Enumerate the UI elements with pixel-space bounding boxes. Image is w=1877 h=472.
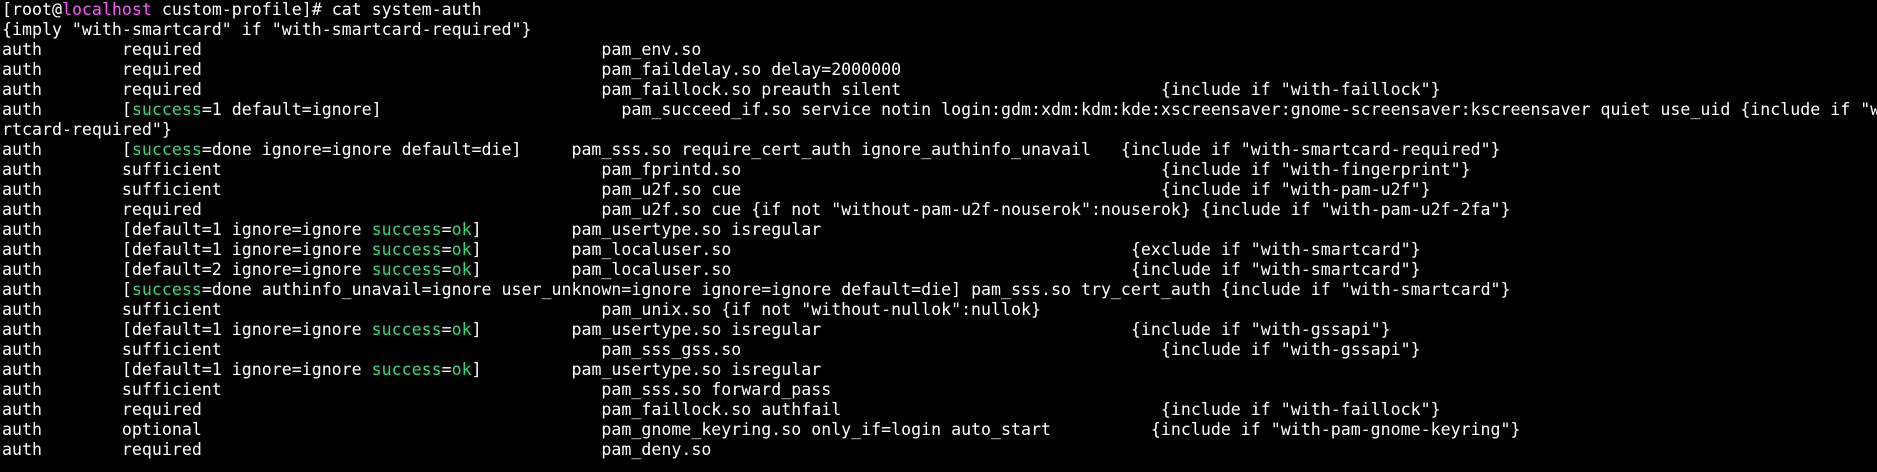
line-text: ] pam_localuser.so {include if "with-sma… <box>471 260 1421 279</box>
output-line: auth sufficient pam_sss_gss.so {include … <box>2 340 1877 360</box>
line-text: = <box>441 240 452 259</box>
line-text: auth [default=1 ignore=ignore <box>2 220 372 239</box>
line-text: auth [ <box>2 100 132 119</box>
line-text: ] pam_usertype.so isregular <box>471 220 822 239</box>
output-line: auth [default=1 ignore=ignore success=ok… <box>2 320 1877 340</box>
keyword-text: success <box>131 100 202 119</box>
line-text: custom-profile]# cat system-auth <box>151 0 482 19</box>
terminal-output[interactable]: [root@localhost custom-profile]# cat sys… <box>0 0 1877 472</box>
line-text: ] pam_usertype.so isregular <box>471 360 822 379</box>
line-text: rtcard-required"} <box>2 120 172 139</box>
line-text: =1 default=ignore] pam_succeed_if.so ser… <box>201 100 1877 119</box>
output-line: auth required pam_faildelay.so delay=200… <box>2 60 1877 80</box>
keyword-text: ok <box>451 240 472 259</box>
keyword-text: ok <box>451 360 472 379</box>
line-text: =done ignore=ignore default=die] pam_sss… <box>201 140 1501 159</box>
line-text: =done authinfo_unavail=ignore user_unkno… <box>201 280 1511 299</box>
line-text: auth required pam_faildelay.so delay=200… <box>2 60 902 79</box>
line-text: ] pam_localuser.so {exclude if "with-sma… <box>471 240 1421 259</box>
output-line: auth sufficient pam_fprintd.so {include … <box>2 160 1877 180</box>
keyword-text: success <box>131 140 202 159</box>
output-line: auth required pam_faillock.so preauth si… <box>2 80 1877 100</box>
keyword-text: ok <box>451 260 472 279</box>
keyword-text: success <box>371 320 442 339</box>
line-text: ] pam_usertype.so isregular {include if … <box>471 320 1391 339</box>
line-text: auth required pam_deny.so <box>2 440 712 459</box>
line-text: = <box>441 360 452 379</box>
output-line: auth optional pam_gnome_keyring.so only_… <box>2 420 1877 440</box>
prompt-line: [root@localhost custom-profile]# cat sys… <box>2 0 1877 20</box>
line-text: = <box>441 320 452 339</box>
output-line: auth [default=1 ignore=ignore success=ok… <box>2 220 1877 240</box>
output-line: auth required pam_faillock.so authfail {… <box>2 400 1877 420</box>
line-text: auth required pam_env.so <box>2 40 702 59</box>
line-text: auth [default=2 ignore=ignore <box>2 260 372 279</box>
line-text: auth [default=1 ignore=ignore <box>2 240 372 259</box>
line-text: auth required pam_faillock.so authfail {… <box>2 400 1441 419</box>
output-line: auth required pam_env.so <box>2 40 1877 60</box>
line-text: auth [default=1 ignore=ignore <box>2 360 372 379</box>
output-line: auth [default=1 ignore=ignore success=ok… <box>2 360 1877 380</box>
output-line: auth sufficient pam_sss.so forward_pass <box>2 380 1877 400</box>
output-line: auth [success=1 default=ignore] pam_succ… <box>2 100 1877 120</box>
line-text: auth sufficient pam_u2f.so cue {include … <box>2 180 1431 199</box>
line-text: auth sufficient pam_sss.so forward_pass <box>2 380 832 399</box>
hostname-text: localhost <box>61 0 152 19</box>
line-text: = <box>441 260 452 279</box>
line-text: [root@ <box>2 0 62 19</box>
keyword-text: success <box>131 280 202 299</box>
keyword-text: success <box>371 260 442 279</box>
line-text: auth sufficient pam_unix.so {if not "wit… <box>2 300 1041 319</box>
line-text: auth [ <box>2 140 132 159</box>
output-line: auth [success=done ignore=ignore default… <box>2 140 1877 160</box>
line-text: {imply "with-smartcard" if "with-smartca… <box>2 20 532 39</box>
output-line: auth [success=done authinfo_unavail=igno… <box>2 280 1877 300</box>
keyword-text: success <box>371 360 442 379</box>
output-line: {imply "with-smartcard" if "with-smartca… <box>2 20 1877 40</box>
line-text: = <box>441 220 452 239</box>
output-line: auth [default=1 ignore=ignore success=ok… <box>2 240 1877 260</box>
line-text: auth [default=1 ignore=ignore <box>2 320 372 339</box>
line-text: auth sufficient pam_sss_gss.so {include … <box>2 340 1421 359</box>
output-line: auth sufficient pam_u2f.so cue {include … <box>2 180 1877 200</box>
line-text: auth sufficient pam_fprintd.so {include … <box>2 160 1471 179</box>
line-text: auth optional pam_gnome_keyring.so only_… <box>2 420 1521 439</box>
line-text: auth required pam_u2f.so cue {if not "wi… <box>2 200 1511 219</box>
line-text: auth required pam_faillock.so preauth si… <box>2 80 1441 99</box>
output-line: auth sufficient pam_unix.so {if not "wit… <box>2 300 1877 320</box>
keyword-text: success <box>371 220 442 239</box>
output-line: rtcard-required"} <box>2 120 1877 140</box>
output-line: auth required pam_u2f.so cue {if not "wi… <box>2 200 1877 220</box>
output-line: auth [default=2 ignore=ignore success=ok… <box>2 260 1877 280</box>
keyword-text: success <box>371 240 442 259</box>
line-text: auth [ <box>2 280 132 299</box>
keyword-text: ok <box>451 320 472 339</box>
keyword-text: ok <box>451 220 472 239</box>
output-line: auth required pam_deny.so <box>2 440 1877 460</box>
